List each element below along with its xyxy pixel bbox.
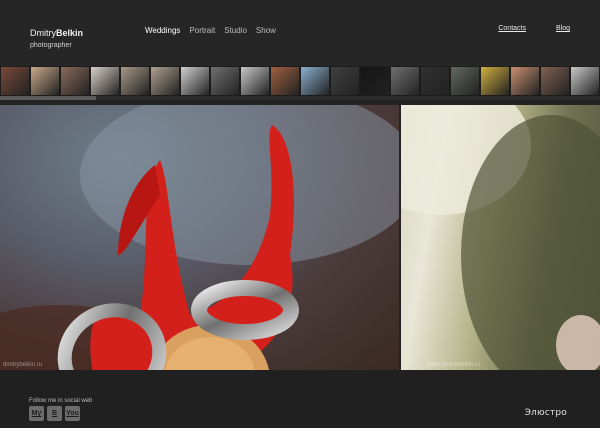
- thumbnail[interactable]: [1, 67, 29, 95]
- thumbnail[interactable]: [211, 67, 239, 95]
- contacts-link[interactable]: Contacts: [498, 25, 526, 32]
- developer-logo[interactable]: Элюстро: [525, 408, 567, 418]
- thumbnail[interactable]: [31, 67, 59, 95]
- top-links: Contacts Blog: [498, 25, 570, 32]
- thumbnail[interactable]: [271, 67, 299, 95]
- thumbnail[interactable]: [541, 67, 569, 95]
- thumbnail[interactable]: [151, 67, 179, 95]
- footer: Follow me in social web My B You Элюстро: [0, 370, 600, 428]
- thumbnail[interactable]: [61, 67, 89, 95]
- blurred-photo-image: [401, 105, 600, 370]
- thumbnail[interactable]: [331, 67, 359, 95]
- nav-show[interactable]: Show: [256, 26, 276, 35]
- thumbnail[interactable]: [301, 67, 329, 95]
- youtube-icon[interactable]: You: [65, 406, 80, 421]
- thumbnail[interactable]: [121, 67, 149, 95]
- follow-text: Follow me in social web: [29, 398, 93, 404]
- nav-portrait[interactable]: Portrait: [189, 26, 215, 35]
- thumbnail[interactable]: [511, 67, 539, 95]
- next-photo-watermark: www.dmitrybelkin.ru: [427, 362, 481, 368]
- logo[interactable]: DmitryBelkin photographer: [30, 26, 83, 51]
- rings-photo-image: [0, 105, 399, 370]
- thumbnail[interactable]: [241, 67, 269, 95]
- thumbnail[interactable]: [481, 67, 509, 95]
- thumbnail[interactable]: [181, 67, 209, 95]
- scrollbar-handle[interactable]: [0, 96, 96, 100]
- thumbnail-scrollbar[interactable]: [0, 96, 600, 100]
- thumbnail[interactable]: [451, 67, 479, 95]
- thumbnail[interactable]: [361, 67, 389, 95]
- logo-role: photographer: [30, 42, 72, 49]
- nav-weddings[interactable]: Weddings: [145, 26, 180, 35]
- thumbnail-strip: [0, 66, 600, 96]
- blog-link[interactable]: Blog: [556, 25, 570, 32]
- photo-gallery: dmitrybelkin.ru www.dmitrybelkin.ru: [0, 105, 600, 370]
- next-photo[interactable]: www.dmitrybelkin.ru: [401, 105, 600, 370]
- main-photo-watermark: dmitrybelkin.ru: [3, 362, 43, 368]
- thumbnail[interactable]: [421, 67, 449, 95]
- thumbnail[interactable]: [91, 67, 119, 95]
- thumbnail[interactable]: [571, 67, 599, 95]
- social-links: My B You: [29, 406, 80, 421]
- header: DmitryBelkin photographer Weddings Portr…: [0, 0, 600, 66]
- logo-name: DmitryBelkin: [30, 28, 84, 38]
- thumbnail[interactable]: [391, 67, 419, 95]
- main-nav: Weddings Portrait Studio Show: [145, 26, 276, 35]
- nav-studio[interactable]: Studio: [224, 26, 247, 35]
- vkontakte-icon[interactable]: B: [47, 406, 62, 421]
- main-photo[interactable]: dmitrybelkin.ru: [0, 105, 399, 370]
- moi-mir-icon[interactable]: My: [29, 406, 44, 421]
